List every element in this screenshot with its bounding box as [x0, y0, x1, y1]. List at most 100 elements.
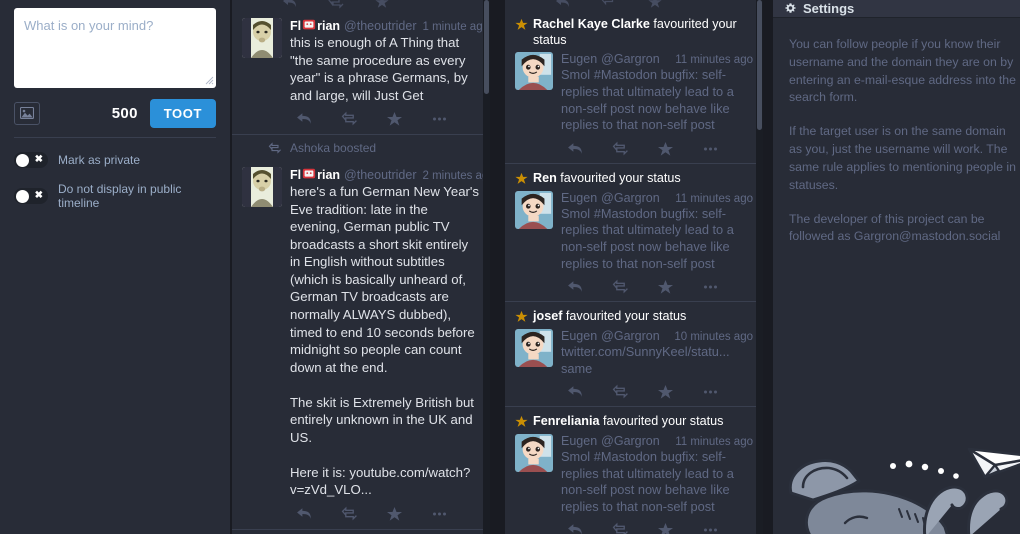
reply-icon[interactable] [567, 141, 584, 157]
notification-action: favourited your status [565, 309, 687, 324]
notification-actor: Ren [533, 170, 557, 185]
avatar-image [242, 167, 282, 208]
home-timeline-column[interactable]: Fl rian @theoutrider 1 minute ago this is… [232, 0, 490, 534]
toggle-off-icon[interactable]: ✖ [14, 152, 48, 168]
notification-action: favourited your status [603, 414, 724, 429]
option-label: Mark as private [58, 153, 141, 167]
display-name: Eugen [561, 328, 598, 343]
favourite-icon[interactable] [386, 506, 403, 522]
favourite-icon[interactable] [374, 0, 390, 9]
reply-icon[interactable] [567, 522, 584, 534]
display-name: Eugen [561, 433, 598, 448]
favourite-icon[interactable] [657, 522, 674, 534]
notification-item[interactable]: Rachel Kaye Clarke favourited your statu… [505, 10, 763, 164]
boost-indicator: Ashoka boosted [232, 135, 490, 160]
boost-icon[interactable] [328, 0, 344, 9]
timestamp: 10 minutes ago [674, 330, 753, 343]
avatar-image [515, 328, 553, 367]
favourite-icon[interactable] [657, 279, 674, 295]
avatar[interactable] [515, 328, 553, 367]
compose-actions-row: 500 TOOT [14, 98, 216, 128]
home-scrollbar-thumb[interactable] [484, 0, 489, 94]
notification-item[interactable]: Fenreliania favourited your status Eugen… [505, 407, 763, 534]
boost-label: Ashoka boosted [290, 141, 377, 156]
timestamp: 1 minute ago [422, 21, 490, 33]
status-item[interactable]: Fl rian @theoutrider 2 minutes ago here's… [232, 159, 490, 531]
notifications-column[interactable]: Rachel Kaye Clarke favourited your statu… [505, 0, 763, 534]
more-icon[interactable] [702, 522, 719, 534]
notification-status: Eugen @Gargron 11 minutes ago Smol #Mast… [515, 433, 753, 534]
option-do-not-display-public[interactable]: ✖ Do not display in public timeline [14, 182, 216, 210]
media-upload-button[interactable] [14, 101, 40, 125]
avatar[interactable] [515, 433, 553, 472]
avatar[interactable] [242, 167, 282, 208]
status-item[interactable]: Pete @peemee 1 minute ago So this is 201… [232, 530, 490, 534]
reply-icon[interactable] [282, 0, 298, 9]
status-item[interactable]: Fl rian @theoutrider 1 minute ago this is… [232, 10, 490, 136]
status-body: Eugen @Gargron 10 minutes ago twitter.co… [561, 329, 753, 402]
boost-icon[interactable] [601, 0, 617, 9]
compose-textarea[interactable] [14, 8, 216, 88]
boost-icon[interactable] [612, 141, 629, 157]
status-header: Eugen @Gargron 11 minutes ago [561, 434, 753, 448]
status-action-bar [561, 377, 753, 402]
notifications-scrollbar-track[interactable] [756, 0, 763, 534]
account-handle: @Gargron [601, 433, 660, 448]
more-icon[interactable] [702, 384, 719, 400]
toggle-off-icon[interactable]: ✖ [14, 188, 48, 204]
avatar[interactable] [515, 52, 553, 91]
flag-emoji [302, 168, 316, 179]
boost-icon[interactable] [341, 111, 358, 127]
favourite-icon[interactable] [657, 384, 674, 400]
star-icon [515, 172, 528, 190]
display-name: Fl rian [290, 19, 341, 33]
settings-title: Settings [803, 1, 855, 16]
toot-button[interactable]: TOOT [149, 98, 216, 128]
notification-header: Rachel Kaye Clarke favourited your statu… [515, 17, 753, 48]
toggle-knob [16, 189, 29, 203]
reply-icon[interactable] [555, 0, 571, 9]
reply-icon[interactable] [296, 111, 313, 127]
status-header: Eugen @Gargron 11 minutes ago [561, 52, 753, 66]
notification-item[interactable]: josef favourited your status Eugen @Garg… [505, 302, 763, 408]
notifications-scrollbar-thumb[interactable] [757, 0, 762, 130]
account-handle: @theoutrider [344, 168, 417, 183]
status-body: Eugen @Gargron 11 minutes ago Smol #Mast… [561, 52, 753, 159]
star-icon [515, 18, 528, 36]
reply-icon[interactable] [296, 506, 313, 522]
clipped-action-bar [505, 0, 763, 10]
favourite-icon[interactable] [647, 0, 663, 9]
notification-header: Fenreliania favourited your status [515, 414, 753, 430]
avatar[interactable] [242, 18, 282, 58]
toggle-knob [16, 153, 29, 167]
settings-column[interactable]: Settings You can follow people if you kn… [773, 0, 1020, 534]
status-action-bar [561, 134, 753, 159]
boost-icon[interactable] [612, 279, 629, 295]
notification-text: josef favourited your status [533, 309, 686, 325]
more-icon[interactable] [431, 111, 448, 127]
account-handle: @theoutrider [344, 19, 417, 33]
favourite-icon[interactable] [386, 111, 403, 127]
option-mark-as-private[interactable]: ✖ Mark as private [14, 152, 216, 168]
settings-header[interactable]: Settings [773, 0, 1020, 18]
notification-item[interactable]: Ren favourited your status Eugen @Gargro… [505, 163, 763, 303]
reply-icon[interactable] [567, 384, 584, 400]
avatar[interactable] [515, 190, 553, 229]
reply-icon[interactable] [567, 279, 584, 295]
avatar-image [515, 52, 553, 91]
boost-icon[interactable] [341, 506, 358, 522]
settings-paragraph: If the target user is on the same domain… [789, 124, 1016, 192]
favourite-icon[interactable] [657, 141, 674, 157]
notification-text: Ren favourited your status [533, 171, 681, 187]
star-icon [515, 310, 528, 328]
status-action-bar [561, 272, 753, 297]
boost-icon [268, 142, 282, 154]
home-scrollbar-track[interactable] [483, 0, 490, 534]
status-body: Fl rian @theoutrider 2 minutes ago here's… [290, 167, 490, 524]
more-icon[interactable] [702, 279, 719, 295]
boost-icon[interactable] [612, 384, 629, 400]
more-icon[interactable] [431, 506, 448, 522]
more-icon[interactable] [702, 141, 719, 157]
boost-icon[interactable] [612, 522, 629, 534]
image-upload-icon [20, 107, 34, 119]
